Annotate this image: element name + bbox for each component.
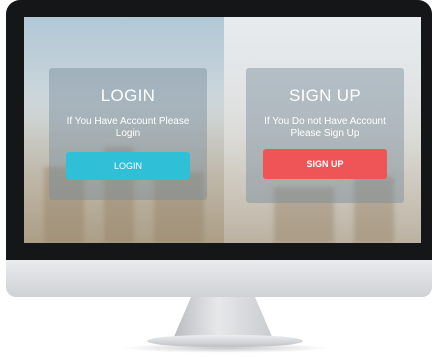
login-button[interactable]: LOGIN <box>66 152 190 180</box>
login-panel: LOGIN If You Have Account Please Login L… <box>49 68 207 200</box>
signup-panel: SIGN UP If You Do not Have Account Pleas… <box>246 68 404 203</box>
signup-description: If You Do not Have Account Please Sign U… <box>264 116 386 139</box>
signup-button[interactable]: SIGN UP <box>263 149 387 179</box>
monitor: LOGIN If You Have Account Please Login L… <box>6 0 432 297</box>
signup-title: SIGN UP <box>288 86 361 105</box>
login-title: LOGIN <box>100 86 156 105</box>
screen: LOGIN If You Have Account Please Login L… <box>24 17 421 243</box>
monitor-chin <box>6 260 432 297</box>
monitor-bezel: LOGIN If You Have Account Please Login L… <box>6 0 432 260</box>
login-description: If You Have Account Please Login <box>66 116 190 139</box>
monitor-mockup: LOGIN If You Have Account Please Login L… <box>0 0 433 358</box>
monitor-base <box>147 335 303 347</box>
monitor-stand <box>173 297 273 339</box>
